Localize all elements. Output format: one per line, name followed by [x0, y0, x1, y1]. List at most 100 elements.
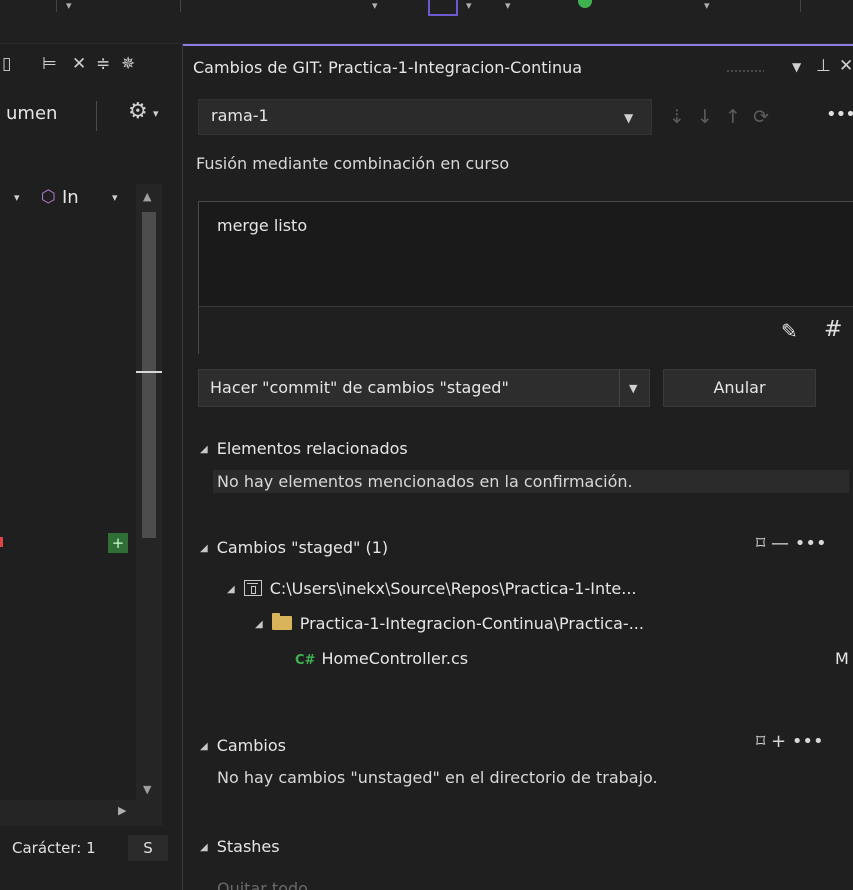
left-tool-window: ▯ ⊨ ✕ ≑ ✵ umen ⚙ ▾ ▾ ⬡ In ▾ + ▲ ▼ ▶ Cará… [0, 44, 183, 890]
collapse-triangle-icon[interactable]: ◢ [227, 584, 235, 595]
scroll-down-icon[interactable]: ▼ [143, 783, 151, 796]
tree-row-repo[interactable]: ◢ C:\Users\inekx\Source\Repos\Practica-1-… [227, 579, 637, 598]
close-icon[interactable]: ✕ [72, 51, 86, 77]
section-header: Cambios [216, 736, 286, 755]
scroll-right-icon[interactable]: ▶ [118, 804, 126, 817]
section-header: Stashes [216, 837, 280, 856]
chevron-down-icon[interactable]: ▾ [112, 191, 118, 204]
branch-selector[interactable]: rama-1 ▼ [198, 99, 652, 135]
chevron-down-icon[interactable]: ▾ [505, 0, 511, 12]
staged-actions: ⌑ — ••• [756, 533, 827, 554]
file-status-badge: M [835, 649, 849, 668]
main-toolbar: ▾ ▾ ▾ ▾ ▾ [0, 0, 853, 44]
section-stashes[interactable]: ◢ Stashes [200, 837, 280, 856]
commit-message-input[interactable]: merge listo ✎ # [198, 201, 853, 355]
gear-icon[interactable]: ⚙ [128, 99, 148, 124]
git-changes-panel: Cambios de GIT: Practica-1-Integracion-C… [183, 44, 853, 890]
commit-button-label: Hacer "commit" de cambios "staged" [210, 378, 509, 397]
scrollbar-thumb[interactable] [142, 212, 156, 538]
folder-icon [271, 613, 292, 630]
toolbar-separator [180, 0, 181, 12]
pull-icon[interactable]: ↓ [697, 106, 713, 128]
commit-message-text: merge listo [217, 216, 308, 235]
run-indicator-icon[interactable] [578, 0, 592, 8]
settings-icon[interactable]: ✵ [121, 51, 135, 77]
chevron-down-icon[interactable]: ▾ [153, 107, 159, 120]
error-marker [0, 537, 3, 547]
copilot-magic-wand-icon[interactable]: ✎ [781, 319, 798, 343]
chevron-down-icon[interactable]: ▼ [792, 60, 801, 74]
toolbar-separator [56, 0, 57, 12]
scroll-position-marker [136, 371, 162, 373]
repo-path: C:\Users\inekx\Source\Repos\Practica-1-I… [269, 579, 637, 598]
dropdown-menu-icon[interactable]: ≑ [96, 51, 110, 77]
toolbar-separator [96, 101, 97, 131]
sync-icon[interactable]: ⟳ [753, 106, 769, 128]
scroll-up-icon[interactable]: ▲ [143, 190, 151, 203]
section-staged-changes[interactable]: ◢ Cambios "staged" (1) [200, 538, 388, 557]
folder-path: Practica-1-Integracion-Continua\Practica… [299, 614, 644, 633]
drag-grip[interactable] [726, 69, 764, 73]
file-name: HomeController.cs [321, 649, 469, 668]
merge-status: Fusión mediante combinación en curso [196, 154, 510, 173]
commit-staged-button[interactable]: Hacer "commit" de cambios "staged" ▼ [198, 369, 650, 407]
more-options-icon[interactable]: ••• [795, 533, 827, 554]
collapse-triangle-icon[interactable]: ◢ [200, 842, 208, 853]
cancel-button[interactable]: Anular [663, 369, 816, 407]
toolbar-highlight-box[interactable] [428, 0, 458, 16]
chevron-down-icon[interactable]: ▾ [466, 0, 472, 12]
chevron-down-icon[interactable]: ▾ [704, 0, 710, 12]
panel-title: Cambios de GIT: Practica-1-Integracion-C… [193, 58, 583, 77]
section-header: Elementos relacionados [216, 439, 408, 458]
changes-actions: ⌑ + ••• [756, 731, 824, 752]
status-indicator[interactable]: S [128, 835, 168, 861]
collapse-triangle-icon[interactable]: ◢ [255, 619, 263, 630]
branch-name: rama-1 [211, 106, 269, 125]
chevron-down-icon[interactable]: ▾ [66, 0, 72, 12]
window-position-icon[interactable]: ▯ [2, 51, 11, 77]
chevron-down-icon[interactable]: ▾ [372, 0, 378, 12]
changes-empty: No hay cambios "unstaged" en el director… [217, 768, 658, 787]
stage-all-icon[interactable]: + [771, 731, 786, 752]
collapse-triangle-icon[interactable]: ◢ [200, 444, 208, 455]
unstage-all-icon[interactable]: — [771, 533, 789, 554]
pin-icon[interactable]: ⊨ [42, 51, 57, 77]
vertical-scrollbar[interactable]: ▲ ▼ [136, 184, 162, 800]
tree-row-folder[interactable]: ◢ Practica-1-Integracion-Continua\Practic… [255, 613, 644, 633]
reference-hash-icon[interactable]: # [824, 317, 842, 342]
close-icon[interactable]: ✕ [839, 56, 853, 76]
stash-comment-icon[interactable]: ⌑ [756, 533, 765, 554]
repository-icon [243, 580, 262, 596]
cube-icon: ⬡ [41, 187, 56, 207]
toolbar-separator [800, 0, 801, 12]
more-options-icon[interactable]: ••• [792, 731, 824, 752]
character-position: Carácter: 1 [12, 839, 96, 857]
stash-comment-icon[interactable]: ⌑ [756, 731, 765, 752]
left-panel-header: ▯ ⊨ ✕ ≑ ✵ [0, 51, 183, 77]
pin-icon[interactable]: ⊥ [816, 56, 831, 76]
collapse-triangle-icon[interactable]: ◢ [200, 741, 208, 752]
chevron-down-icon[interactable]: ▼ [629, 382, 637, 395]
horizontal-scrollbar[interactable]: ▶ [0, 800, 162, 826]
section-related-items[interactable]: ◢ Elementos relacionados [200, 439, 408, 458]
push-icon[interactable]: ↑ [725, 106, 741, 128]
chevron-down-icon[interactable]: ▾ [14, 191, 20, 204]
csharp-file-icon: C# [295, 653, 316, 668]
related-items-empty: No hay elementos mencionados en la confi… [213, 470, 849, 493]
left-status-bar: Carácter: 1 S [0, 835, 183, 863]
fetch-icon[interactable]: ⇣ [669, 106, 685, 128]
drop-all-stashes-link[interactable]: Quitar todo [217, 879, 308, 890]
chevron-down-icon[interactable]: ▼ [624, 111, 633, 125]
section-header: Cambios "staged" (1) [216, 538, 389, 557]
more-options-icon[interactable]: ••• [826, 104, 853, 125]
left-panel-toolbar: umen ⚙ ▾ [0, 97, 183, 133]
left-panel-filter-row: ▾ ⬡ In ▾ [0, 185, 140, 213]
toolbar-label[interactable]: umen [6, 103, 57, 124]
add-icon[interactable]: + [108, 533, 128, 553]
section-changes[interactable]: ◢ Cambios [200, 736, 286, 755]
filter-label[interactable]: In [62, 187, 79, 208]
tree-row-file[interactable]: C# HomeController.cs [295, 649, 468, 668]
commit-tools: ✎ # [199, 307, 853, 355]
button-separator [619, 370, 620, 406]
collapse-triangle-icon[interactable]: ◢ [200, 543, 208, 554]
